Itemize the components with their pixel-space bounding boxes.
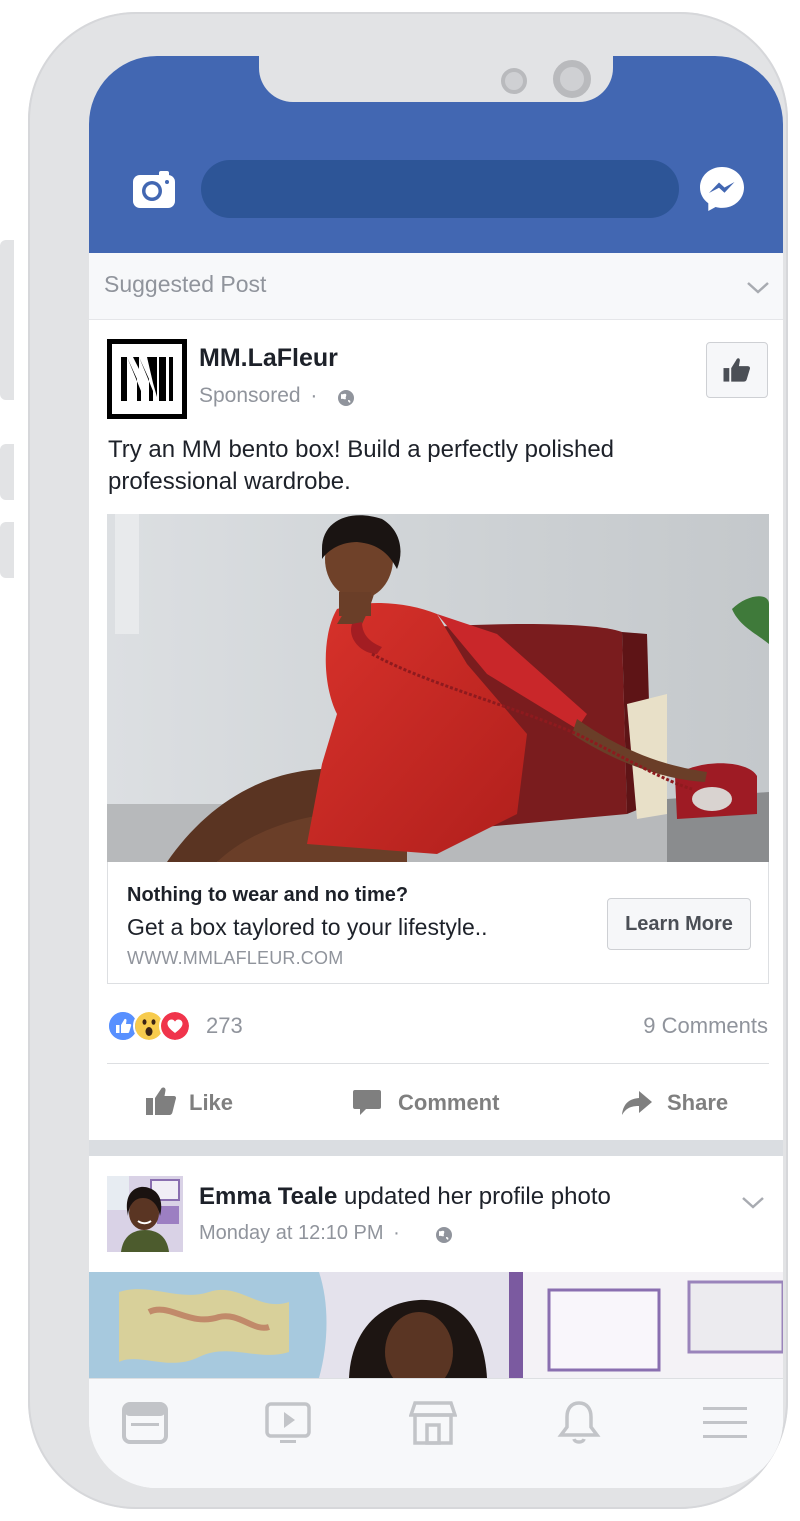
suggested-post-bar: Suggested Post (89, 253, 783, 320)
post-timestamp: Monday at 12:10 PM (199, 1222, 384, 1244)
search-input[interactable] (201, 160, 679, 218)
chevron-down-icon[interactable] (746, 281, 770, 295)
marketplace-icon[interactable] (409, 1399, 457, 1447)
side-button (0, 240, 14, 400)
notifications-icon[interactable] (555, 1399, 603, 1447)
ad-image[interactable] (107, 514, 769, 862)
globe-icon (436, 1227, 452, 1243)
suggested-post-label: Suggested Post (104, 271, 267, 297)
link-url: WWW.MMLAFLEUR.COM (127, 948, 344, 968)
link-preview[interactable]: Nothing to wear and no time? Get a box t… (107, 862, 769, 984)
side-button (0, 522, 14, 578)
learn-more-button[interactable]: Learn More (607, 898, 751, 950)
post-header-line: Emma Teale updated her profile photo (199, 1183, 611, 1211)
share-button[interactable]: Share (621, 1086, 741, 1120)
profile-photo-large (89, 1272, 783, 1378)
feed-separator (89, 1140, 783, 1156)
share-arrow-icon (622, 1091, 652, 1115)
comment-icon (353, 1090, 381, 1115)
sponsored-text: Sponsored (199, 384, 301, 407)
like-page-button[interactable] (706, 342, 768, 398)
menu-icon[interactable] (701, 1399, 749, 1447)
avatar[interactable] (107, 1176, 183, 1252)
author-name[interactable]: Emma Teale (199, 1183, 337, 1210)
chevron-down-icon[interactable] (741, 1196, 765, 1210)
top-bar (89, 56, 783, 253)
post-text: Try an MM bento box! Build a perfectly p… (108, 436, 615, 495)
phone-frame: Suggested Post MM.LaFleur Sponsored · Tr… (0, 12, 788, 1509)
watch-icon[interactable] (264, 1399, 312, 1447)
link-description: Get a box taylored to your lifestyle.. (127, 914, 488, 940)
messenger-icon[interactable] (697, 164, 747, 214)
comment-button[interactable]: Comment (352, 1086, 512, 1120)
divider (107, 1063, 769, 1064)
phone-screen: Suggested Post MM.LaFleur Sponsored · Tr… (89, 56, 783, 1488)
thumbs-up-icon (146, 1087, 176, 1115)
front-camera-dot (553, 60, 591, 98)
ad-photo-illustration (107, 514, 769, 862)
thumbs-up-icon (723, 358, 751, 382)
profile-photo-preview[interactable] (89, 1272, 783, 1378)
news-feed-icon[interactable] (121, 1399, 169, 1447)
phone-notch (259, 56, 613, 102)
mmlafleur-logo (107, 339, 187, 419)
share-label: Share (667, 1090, 729, 1115)
like-label: Like (189, 1090, 234, 1115)
comments-count[interactable]: 9 Comments (643, 1013, 768, 1039)
bottom-tab-bar (89, 1378, 783, 1488)
separator: · (310, 384, 318, 407)
sponsored-label: Sponsored · (199, 384, 317, 408)
profile-photo (107, 1176, 183, 1252)
page-avatar[interactable] (107, 339, 187, 419)
side-button (0, 444, 14, 500)
reaction-count[interactable]: 273 (206, 1013, 243, 1039)
post-time[interactable]: Monday at 12:10 PM · (199, 1222, 400, 1245)
camera-icon[interactable] (131, 168, 177, 210)
globe-icon (338, 390, 354, 406)
page-name[interactable]: MM.LaFleur (199, 344, 338, 373)
activity-text: updated her profile photo (343, 1183, 611, 1210)
like-button[interactable]: Like (145, 1086, 265, 1120)
sensor-dot (501, 68, 527, 94)
comment-label: Comment (398, 1090, 500, 1115)
separator: · (393, 1222, 400, 1244)
love-reaction-icon (159, 1010, 191, 1042)
link-headline: Nothing to wear and no time? (127, 884, 409, 906)
